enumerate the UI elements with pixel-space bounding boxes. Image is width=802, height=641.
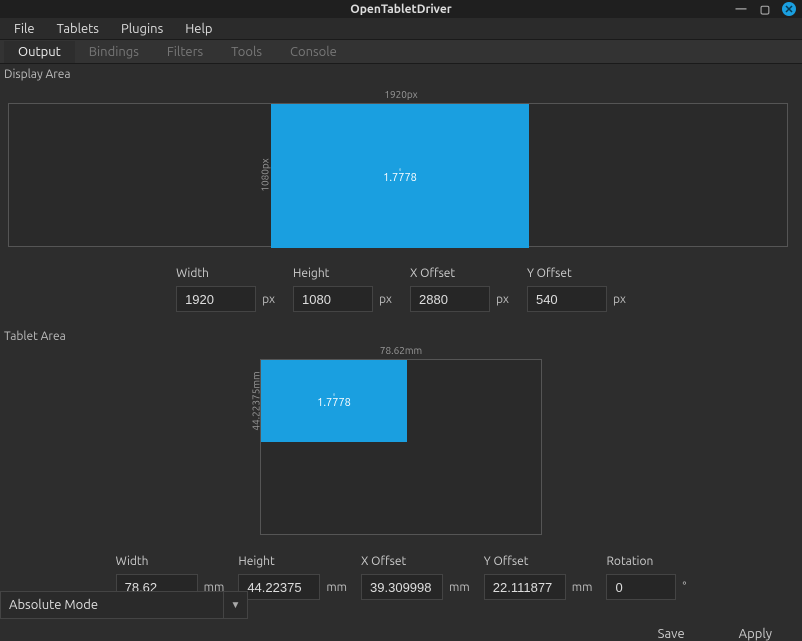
input-display-xoffset[interactable] (410, 286, 490, 312)
tab-output[interactable]: Output (4, 41, 75, 63)
close-icon[interactable] (782, 2, 796, 16)
field-display-width: Width px (176, 267, 275, 312)
label-rotation: Rotation (606, 555, 686, 568)
chevron-down-icon: ▼ (223, 592, 247, 618)
tablet-outer-box[interactable]: ◦ 1.7778 (260, 359, 542, 535)
tab-bar: Output Bindings Filters Tools Console (0, 40, 802, 64)
label-height: Height (238, 555, 347, 568)
minimize-icon[interactable]: — (734, 2, 748, 16)
tablet-area: 78.62mm 44.22375mm ◦ 1.7778 Width mm Hei… (8, 359, 794, 600)
tab-tools[interactable]: Tools (217, 41, 276, 63)
menu-plugins[interactable]: Plugins (111, 20, 173, 38)
display-dim-left: 1080px (260, 158, 271, 191)
tab-console[interactable]: Console (276, 41, 351, 63)
maximize-icon[interactable]: ▢ (758, 2, 772, 16)
mode-bar: Absolute Mode ▼ (0, 591, 802, 619)
tablet-area-title: Tablet Area (0, 326, 802, 343)
window-title: OpenTabletDriver (350, 3, 451, 16)
menu-bar: File Tablets Plugins Help (0, 18, 802, 40)
tablet-mapped-region[interactable]: ◦ 1.7778 (261, 360, 407, 442)
menu-file[interactable]: File (4, 20, 45, 38)
field-display-height: Height px (293, 267, 392, 312)
field-display-yoffset: Y Offset px (527, 267, 626, 312)
display-area-title: Display Area (0, 64, 802, 81)
apply-button[interactable]: Apply (717, 625, 794, 641)
title-bar: OpenTabletDriver — ▢ (0, 0, 802, 18)
menu-help[interactable]: Help (175, 20, 222, 38)
save-button[interactable]: Save (636, 625, 707, 641)
display-area: 1920px 1080px ◦ 1.7778 Width px Height p… (8, 103, 794, 312)
label-yoffset: Y Offset (527, 267, 626, 280)
label-xoffset: X Offset (410, 267, 509, 280)
field-display-xoffset: X Offset px (410, 267, 509, 312)
window-controls: — ▢ (734, 2, 796, 16)
label-width: Width (116, 555, 225, 568)
input-display-height[interactable] (293, 286, 373, 312)
display-mapped-region[interactable]: ◦ 1.7778 (271, 104, 529, 248)
tablet-canvas-wrap: 78.62mm 44.22375mm ◦ 1.7778 (8, 359, 794, 535)
display-ratio: 1.7778 (383, 172, 417, 184)
unit-px: px (262, 293, 275, 306)
menu-tablets[interactable]: Tablets (47, 20, 109, 38)
label-width: Width (176, 267, 275, 280)
input-display-yoffset[interactable] (527, 286, 607, 312)
display-fields: Width px Height px X Offset px Y Offset (8, 267, 794, 312)
label-height: Height (293, 267, 392, 280)
input-display-width[interactable] (176, 286, 256, 312)
tab-filters[interactable]: Filters (153, 41, 217, 63)
label-xoffset: X Offset (361, 555, 470, 568)
display-dim-top: 1920px (384, 89, 417, 100)
footer: Save Apply (0, 619, 802, 641)
tab-bindings[interactable]: Bindings (75, 41, 153, 63)
unit-px: px (613, 293, 626, 306)
tablet-ratio: 1.7778 (317, 397, 351, 409)
display-canvas-wrap: 1920px 1080px ◦ 1.7778 (8, 103, 794, 247)
tablet-dim-top: 78.62mm (380, 345, 422, 356)
unit-px: px (379, 293, 392, 306)
mode-select[interactable]: Absolute Mode ▼ (0, 591, 248, 619)
label-yoffset: Y Offset (484, 555, 593, 568)
mode-label: Absolute Mode (1, 598, 98, 612)
display-outer-box[interactable]: 1080px ◦ 1.7778 (8, 103, 788, 247)
unit-px: px (496, 293, 509, 306)
